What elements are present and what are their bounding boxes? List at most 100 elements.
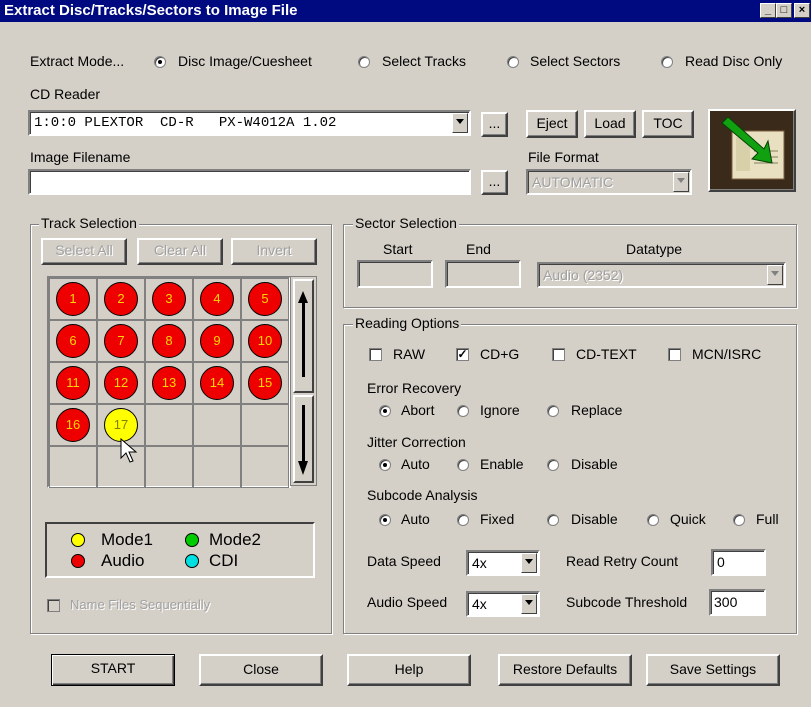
option-select-sectors-label[interactable]: Select Sectors	[530, 53, 620, 69]
name-files-sequentially-label[interactable]: Name Files Sequentially	[70, 597, 210, 612]
subcode-fixed-label[interactable]: Fixed	[480, 511, 514, 527]
cd-reader-browse-button[interactable]: ...	[481, 112, 508, 137]
radio-subcode-auto[interactable]	[379, 514, 391, 526]
mcn-isrc-checkbox[interactable]	[668, 348, 681, 361]
clear-all-button[interactable]: Clear All	[137, 238, 223, 265]
track-15-button[interactable]: 15	[248, 366, 282, 400]
subcode-auto-label[interactable]: Auto	[401, 511, 430, 527]
subcode-quick-label[interactable]: Quick	[670, 511, 706, 527]
track-cell[interactable]	[49, 446, 97, 488]
track-2-button[interactable]: 2	[104, 282, 138, 316]
track-cell[interactable]	[193, 404, 241, 446]
track-3-button[interactable]: 3	[152, 282, 186, 316]
radio-subcode-disable[interactable]	[547, 514, 559, 526]
ignore-label[interactable]: Ignore	[480, 402, 520, 418]
track-7-button[interactable]: 7	[104, 324, 138, 358]
jitter-auto-label[interactable]: Auto	[401, 456, 430, 472]
eject-button[interactable]: Eject	[526, 110, 578, 138]
chevron-down-icon[interactable]	[673, 172, 689, 192]
file-format-select[interactable]: AUTOMATIC	[526, 169, 692, 195]
track-10-button[interactable]: 10	[248, 324, 282, 358]
subcode-full-label[interactable]: Full	[756, 511, 779, 527]
subcode-disable-label[interactable]: Disable	[571, 511, 618, 527]
track-cell[interactable]: 16	[49, 404, 97, 446]
scroll-down-button[interactable]	[293, 395, 314, 483]
track-cell[interactable]: 2	[97, 278, 145, 320]
track-cell[interactable]: 14	[193, 362, 241, 404]
track-14-button[interactable]: 14	[200, 366, 234, 400]
cdg-checkbox[interactable]: ✓	[456, 348, 469, 361]
disc-image-icon[interactable]	[708, 109, 796, 192]
chevron-down-icon[interactable]	[452, 113, 468, 133]
track-cell[interactable]: 4	[193, 278, 241, 320]
radio-ignore[interactable]	[457, 405, 469, 417]
save-settings-button[interactable]: Save Settings	[646, 654, 780, 686]
radio-subcode-quick[interactable]	[647, 514, 659, 526]
image-filename-browse-button[interactable]: ...	[481, 170, 508, 195]
radio-jitter-enable[interactable]	[457, 459, 469, 471]
cdg-label[interactable]: CD+G	[480, 346, 519, 362]
track-12-button[interactable]: 12	[104, 366, 138, 400]
replace-label[interactable]: Replace	[571, 402, 622, 418]
title-bar[interactable]: Extract Disc/Tracks/Sectors to Image Fil…	[0, 0, 811, 22]
track-6-button[interactable]: 6	[56, 324, 90, 358]
radio-read-disc-only[interactable]	[661, 56, 673, 68]
select-all-button[interactable]: Select All	[41, 238, 127, 265]
audio-speed-select[interactable]: 4x	[466, 591, 540, 617]
raw-label[interactable]: RAW	[393, 346, 425, 362]
track-cell[interactable]	[145, 446, 193, 488]
scroll-up-button[interactable]	[293, 279, 314, 393]
track-1-button[interactable]: 1	[56, 282, 90, 316]
read-retry-count-input[interactable]: 0	[711, 549, 766, 576]
radio-select-sectors[interactable]	[507, 56, 519, 68]
maximize-button[interactable]: □	[776, 3, 792, 18]
raw-checkbox[interactable]	[369, 348, 382, 361]
track-cell[interactable]	[193, 446, 241, 488]
help-button[interactable]: Help	[347, 654, 471, 686]
track-5-button[interactable]: 5	[248, 282, 282, 316]
option-select-tracks-label[interactable]: Select Tracks	[382, 53, 466, 69]
datatype-select[interactable]: Audio (2352)	[537, 262, 786, 288]
track-16-button[interactable]: 16	[56, 408, 90, 442]
abort-label[interactable]: Abort	[401, 402, 434, 418]
close-window-button[interactable]: ×	[794, 3, 810, 18]
track-8-button[interactable]: 8	[152, 324, 186, 358]
option-disc-image-label[interactable]: Disc Image/Cuesheet	[178, 53, 312, 69]
track-cell[interactable]: 13	[145, 362, 193, 404]
track-13-button[interactable]: 13	[152, 366, 186, 400]
track-cell[interactable]: 9	[193, 320, 241, 362]
data-speed-select[interactable]: 4x	[466, 550, 540, 576]
radio-jitter-disable[interactable]	[547, 459, 559, 471]
jitter-enable-label[interactable]: Enable	[480, 456, 524, 472]
chevron-down-icon[interactable]	[521, 594, 537, 614]
track-17-button[interactable]: 17	[104, 408, 138, 442]
restore-defaults-button[interactable]: Restore Defaults	[498, 654, 632, 686]
radio-replace[interactable]	[547, 405, 559, 417]
track-cell[interactable]: 3	[145, 278, 193, 320]
radio-select-tracks[interactable]	[358, 56, 370, 68]
cd-text-label[interactable]: CD-TEXT	[576, 346, 637, 362]
radio-disc-image[interactable]	[154, 56, 166, 68]
track-cell[interactable]	[241, 446, 289, 488]
track-grid[interactable]: 1 2 3 4 5 6 7 8 9 10 11 12 13 14 15 16 17	[47, 276, 291, 488]
track-cell[interactable]: 10	[241, 320, 289, 362]
track-cell[interactable]: 15	[241, 362, 289, 404]
chevron-down-icon[interactable]	[767, 265, 783, 285]
close-button[interactable]: Close	[199, 654, 323, 686]
option-read-disc-only-label[interactable]: Read Disc Only	[685, 53, 782, 69]
toc-button[interactable]: TOC	[642, 110, 694, 138]
track-9-button[interactable]: 9	[200, 324, 234, 358]
subcode-threshold-input[interactable]: 300	[709, 589, 766, 616]
track-cell[interactable]: 7	[97, 320, 145, 362]
track-scrollbar[interactable]	[290, 276, 317, 486]
track-cell[interactable]	[145, 404, 193, 446]
radio-subcode-full[interactable]	[733, 514, 745, 526]
cd-reader-select[interactable]: 1:0:0 PLEXTOR CD-R PX-W4012A 1.02	[28, 110, 471, 136]
radio-subcode-fixed[interactable]	[457, 514, 469, 526]
cd-text-checkbox[interactable]	[552, 348, 565, 361]
minimize-button[interactable]: _	[760, 3, 776, 18]
name-files-sequentially-checkbox[interactable]	[47, 599, 60, 612]
image-filename-input[interactable]	[28, 169, 471, 195]
track-cell[interactable]: 6	[49, 320, 97, 362]
track-cell[interactable]: 1	[49, 278, 97, 320]
